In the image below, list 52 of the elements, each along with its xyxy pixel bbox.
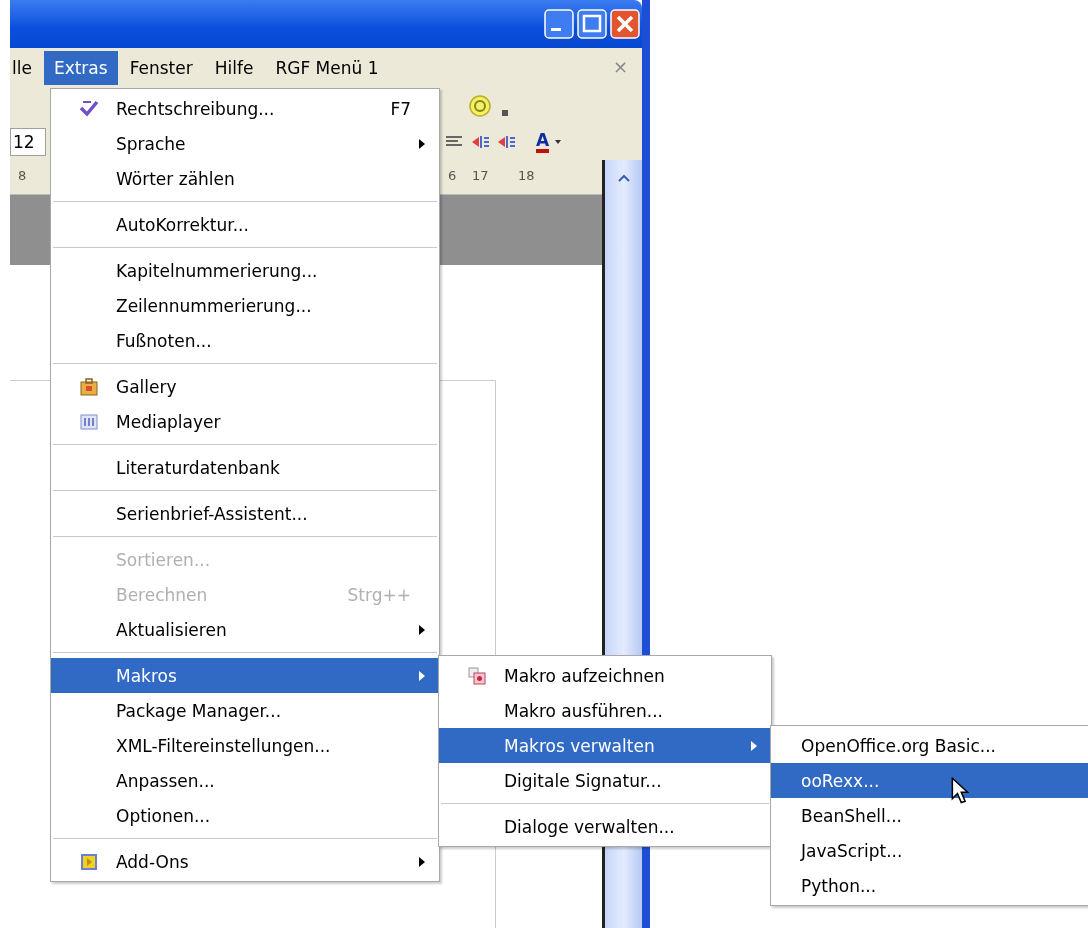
menu-item[interactable]: Makros (51, 658, 439, 693)
menu-item[interactable]: Makro ausführen... (439, 693, 771, 728)
menu-item[interactable]: Gallery (51, 369, 439, 404)
caret-icon[interactable] (555, 139, 562, 145)
menu-item[interactable]: Package Manager... (51, 693, 439, 728)
menu-bar-item[interactable]: Extras (43, 51, 118, 85)
menu-bar-item[interactable]: RGF Menü 1 (265, 51, 389, 85)
menu-item[interactable]: Makro aufzeichnen (439, 658, 771, 693)
menu-item[interactable]: JavaScript... (771, 833, 1088, 868)
minimize-icon[interactable] (544, 9, 574, 39)
menu-item[interactable]: Digitale Signatur... (439, 763, 771, 798)
menu-item[interactable]: Zeilennummerierung... (51, 288, 439, 323)
menu-bar-item[interactable]: Fenster (119, 51, 203, 85)
checkmark-icon (79, 98, 99, 119)
shortcut-label: Strg++ (347, 584, 411, 605)
menu-item[interactable]: Sprache (51, 126, 439, 161)
ruler-number: 6 (448, 168, 457, 183)
menu-item[interactable]: Makros verwalten (439, 728, 771, 763)
menu-item[interactable]: Wörter zählen (51, 161, 439, 196)
menu-bar-item[interactable]: Hilfe (204, 51, 264, 85)
menu-item[interactable]: Fußnoten... (51, 323, 439, 358)
menu-item[interactable]: Python... (771, 868, 1088, 903)
menu-item[interactable]: Serienbrief-Assistent... (51, 496, 439, 531)
puzzle-icon (79, 851, 99, 872)
menu-item[interactable]: Optionen... (51, 798, 439, 833)
font-size-field[interactable]: 12 (10, 128, 46, 156)
ruler-number: 17 (472, 168, 489, 183)
menu-item[interactable]: Anpassen... (51, 763, 439, 798)
menu-item[interactable]: ooRexx... (771, 763, 1088, 798)
font-color-button[interactable]: A (536, 131, 550, 153)
menu-item[interactable]: Aktualisieren (51, 612, 439, 647)
mouse-pointer-icon (951, 777, 969, 805)
menu-item[interactable]: Mediaplayer (51, 404, 439, 439)
menu-item[interactable]: Rechtschreibung... F7 (51, 91, 439, 126)
ruler-number: 18 (518, 168, 535, 183)
ruler-number: 8 (18, 168, 27, 183)
menu-item[interactable]: Kapitelnummerierung... (51, 253, 439, 288)
close-icon[interactable] (610, 9, 640, 39)
maximize-icon[interactable] (577, 9, 607, 39)
film-icon (79, 411, 99, 432)
shortcut-label: F7 (390, 98, 411, 119)
record-macro-icon (467, 665, 487, 686)
menu-bar-item[interactable]: lle (10, 51, 42, 85)
gallery-icon (79, 376, 99, 397)
menu-item[interactable]: Add-Ons (51, 844, 439, 879)
scroll-up-icon[interactable] (617, 174, 630, 182)
menu-item[interactable]: OpenOffice.org Basic... (771, 728, 1088, 763)
menu-item[interactable]: Literaturdatenbank (51, 450, 439, 485)
menu-item[interactable]: Dialoge verwalten... (439, 809, 771, 844)
menu-item[interactable]: BeanShell... (771, 798, 1088, 833)
menu-item[interactable]: XML-Filtereinstellungen... (51, 728, 439, 763)
help-icon[interactable] (468, 94, 492, 118)
